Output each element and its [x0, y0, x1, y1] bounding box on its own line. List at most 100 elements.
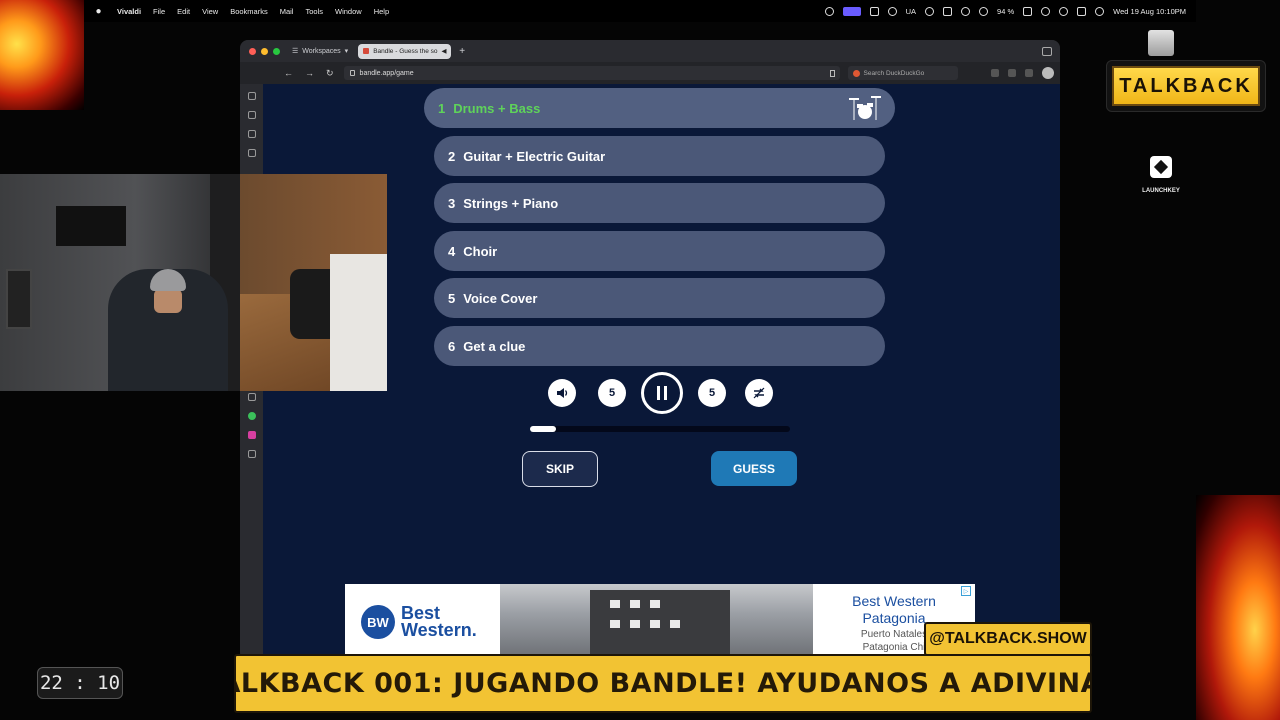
webcam-overlay: [0, 174, 387, 391]
hotel-building-image: [590, 590, 730, 660]
apple-icon[interactable]: ●: [94, 6, 103, 17]
whatsapp-icon[interactable]: [247, 412, 256, 420]
level-label: Voice Cover: [463, 290, 538, 306]
forward-5-button[interactable]: 5: [698, 379, 726, 407]
minimize-window-button[interactable]: [261, 47, 268, 55]
pause-button[interactable]: [641, 372, 683, 414]
menubar-clock[interactable]: Wed 19 Aug 10:10PM: [1113, 7, 1186, 16]
advertisement-banner[interactable]: BW Best Western. Best Western Patagonia: [345, 584, 975, 660]
level-row-4[interactable]: 4 Choir: [434, 231, 885, 271]
add-panel-icon[interactable]: [247, 450, 256, 458]
playback-progress-bar[interactable]: [530, 426, 790, 432]
menu-app-name[interactable]: Vivaldi: [117, 7, 141, 16]
cloud-icon[interactable]: [887, 6, 897, 16]
url-field[interactable]: bandle.app/game: [343, 66, 840, 80]
ad-brand-logo: BW Best Western.: [345, 584, 500, 660]
display-icon[interactable]: [943, 6, 953, 16]
forward-seconds: 5: [708, 387, 716, 399]
volume-icon[interactable]: [548, 379, 576, 407]
extensions-area: [991, 67, 1054, 79]
skip-button[interactable]: SKIP: [522, 451, 598, 487]
settings-gear-icon[interactable]: [247, 393, 256, 401]
spotlight-search-icon[interactable]: [1059, 6, 1069, 16]
level-row-6[interactable]: 6 Get a clue: [434, 326, 885, 366]
chevron-down-icon: ▾: [344, 48, 349, 55]
battery-icon[interactable]: [1023, 6, 1033, 16]
menu-edit[interactable]: Edit: [177, 7, 190, 16]
profile-avatar[interactable]: [1042, 67, 1054, 79]
status-app-icon[interactable]: [824, 6, 834, 16]
level-label: Choir: [463, 243, 498, 259]
rewind-5-button[interactable]: 5: [598, 379, 626, 407]
drum-kit-icon: [849, 96, 881, 120]
level-row-1[interactable]: 1 Drums + Bass: [424, 88, 895, 128]
extension-icon[interactable]: [991, 69, 999, 77]
maximize-window-button[interactable]: [273, 47, 280, 55]
reader-icon[interactable]: [1008, 69, 1016, 77]
window-panel-icon[interactable]: [1042, 46, 1052, 56]
menu-help[interactable]: Help: [374, 7, 389, 16]
social-handle: @TALKBACK.SHOW: [924, 622, 1092, 656]
level-number: 4: [448, 243, 456, 259]
level-row-5[interactable]: 5 Voice Cover: [434, 278, 885, 318]
level-number: 5: [448, 290, 456, 306]
level-label: Guitar + Electric Guitar: [463, 148, 606, 164]
disk-drive-icon[interactable]: [1148, 30, 1174, 56]
flame-background-bottom-right: [1196, 495, 1280, 720]
history-icon[interactable]: [247, 149, 256, 157]
launchkey-label[interactable]: LAUNCHKEY: [1130, 188, 1192, 194]
screen-recording-icon[interactable]: [842, 6, 861, 16]
level-number: 3: [448, 195, 456, 211]
play-status-icon[interactable]: [979, 6, 989, 16]
launchkey-icon[interactable]: [1150, 156, 1172, 178]
speaker-icon[interactable]: ◀: [442, 47, 447, 55]
menu-bookmarks[interactable]: Bookmarks: [230, 7, 268, 16]
new-tab-button[interactable]: +: [459, 46, 465, 57]
back-arrow-icon[interactable]: ←: [284, 68, 293, 79]
vpn-status-icon[interactable]: [925, 6, 935, 16]
level-label: Get a clue: [463, 338, 526, 354]
rewind-seconds: 5: [608, 387, 616, 399]
window-controls: [249, 47, 280, 55]
search-field[interactable]: Search DuckDuckGo: [847, 66, 958, 80]
microphone-icon[interactable]: [961, 6, 971, 16]
wifi-icon[interactable]: [1041, 6, 1051, 16]
guess-button[interactable]: GUESS: [711, 451, 797, 486]
address-bar: ← → ↻ bandle.app/game Search DuckDuckGo: [240, 62, 1060, 84]
reload-icon[interactable]: ↻: [326, 68, 334, 79]
level-row-2[interactable]: 2 Guitar + Electric Guitar: [434, 136, 885, 176]
menu-view[interactable]: View: [202, 7, 218, 16]
battery-percent[interactable]: 94 %: [997, 7, 1014, 16]
layers-icon: ☰: [292, 48, 299, 55]
close-window-button[interactable]: [249, 47, 256, 55]
adchoices-icon[interactable]: ▷: [961, 586, 971, 596]
bw-logo-line2: Western.: [401, 620, 477, 640]
bw-logo-text: Best Western.: [401, 604, 477, 640]
vpn-icon[interactable]: [1025, 69, 1033, 77]
studio-monitor-image: [56, 206, 126, 246]
talkback-logo-window: TALKBACK: [1106, 60, 1266, 112]
tab-bandle[interactable]: Bandle - Guess the so ◀: [358, 43, 452, 59]
input-language[interactable]: UA: [906, 7, 916, 16]
reading-list-icon[interactable]: [247, 111, 256, 119]
siri-icon[interactable]: [1095, 6, 1105, 16]
bookmark-icon[interactable]: [829, 69, 835, 77]
ad-hotel-photo: [500, 584, 813, 660]
bookmarks-panel-icon[interactable]: [247, 92, 256, 100]
control-center-icon[interactable]: [1077, 6, 1087, 16]
menu-mail[interactable]: Mail: [280, 7, 294, 16]
downloads-icon[interactable]: [247, 130, 256, 138]
workspaces-menu[interactable]: ☰ Workspaces ▾: [292, 47, 349, 56]
lock-icon: [349, 70, 355, 76]
forward-arrow-icon[interactable]: →: [305, 68, 314, 79]
bw-logo-mark: BW: [361, 605, 395, 639]
studio-speaker-image: [6, 269, 32, 329]
instagram-icon[interactable]: [247, 431, 256, 439]
level-row-3[interactable]: 3 Strings + Piano: [434, 183, 885, 223]
duckduckgo-icon: [852, 69, 860, 77]
menu-window[interactable]: Window: [335, 7, 362, 16]
menu-file[interactable]: File: [153, 7, 165, 16]
repeat-off-icon[interactable]: [745, 379, 773, 407]
menu-tools[interactable]: Tools: [305, 7, 323, 16]
notion-icon[interactable]: [869, 6, 879, 16]
